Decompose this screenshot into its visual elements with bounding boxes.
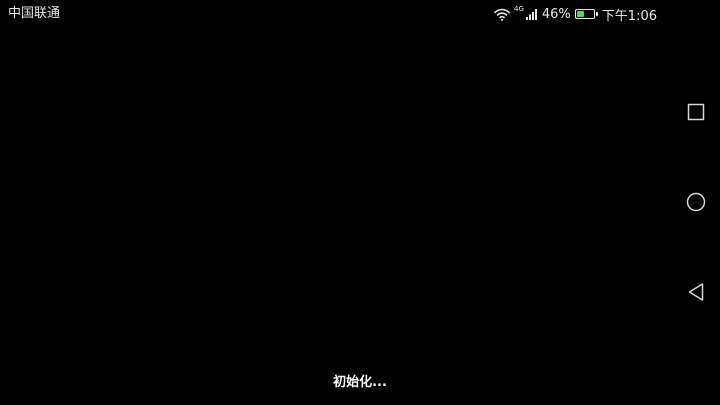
back-button[interactable]: [685, 281, 707, 303]
carrier-name: 中国联通: [8, 6, 61, 21]
navigation-bar: [672, 28, 720, 405]
clock: 下午1:06: [601, 8, 657, 24]
wifi-icon: [494, 8, 510, 21]
battery-body: [574, 9, 595, 19]
battery-tip: [595, 12, 598, 16]
network-type-label: 4G: [514, 5, 524, 13]
battery-percent: 46%: [541, 6, 571, 22]
battery-icon: [574, 9, 598, 19]
home-button[interactable]: [685, 191, 707, 213]
signal-icon: [525, 8, 538, 20]
recents-button[interactable]: [685, 101, 707, 123]
back-triangle-icon: [688, 283, 704, 301]
status-bar: 中国联通 4G 46% 下午1:06: [0, 0, 720, 28]
circle-icon: [686, 192, 706, 212]
loading-message: 初始化...: [333, 375, 387, 390]
status-icons: 4G 46% 下午1:06: [494, 5, 657, 24]
battery-fill: [576, 11, 585, 17]
square-icon: [687, 103, 705, 121]
